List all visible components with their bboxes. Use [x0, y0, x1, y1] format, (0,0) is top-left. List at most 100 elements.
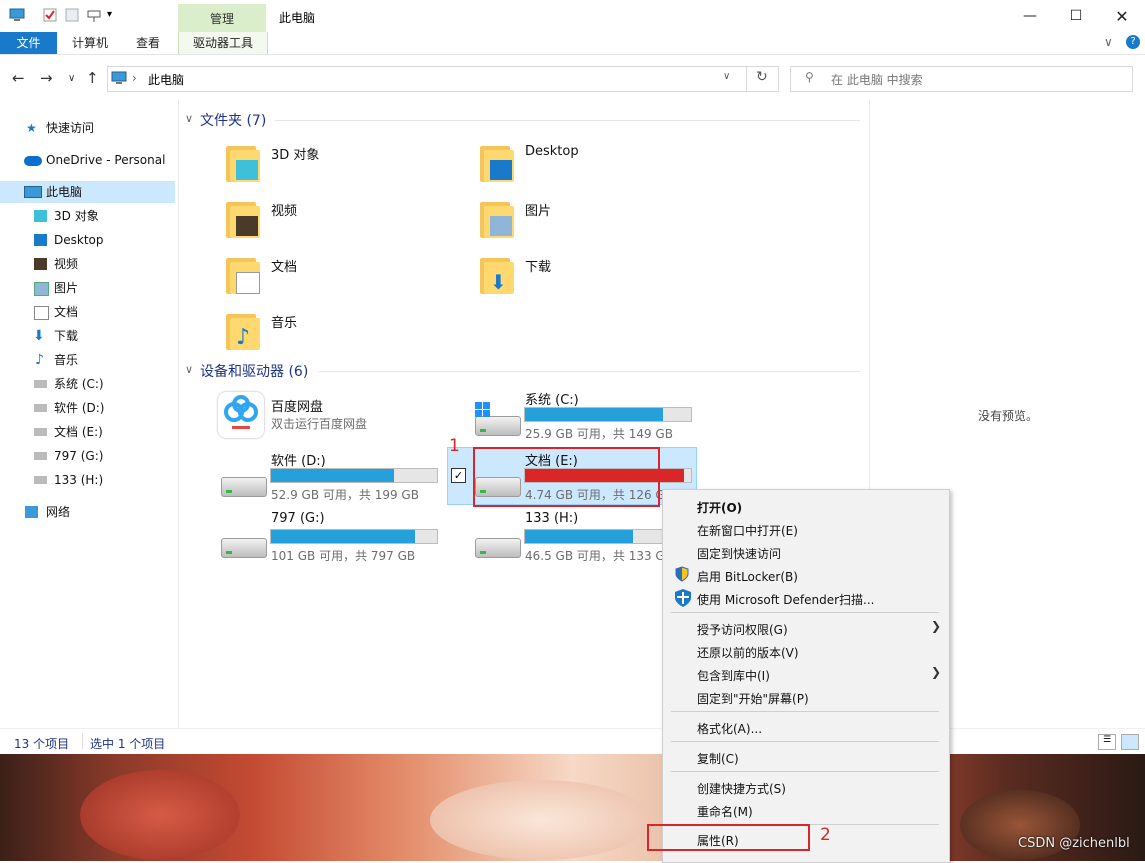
folder-label: Desktop — [525, 144, 579, 159]
sidebar-item-this-pc[interactable]: 此电脑 — [0, 181, 175, 203]
menu-item-open-new-window[interactable]: 在新窗口中打开(E) — [697, 522, 798, 539]
sidebar-item-3d-objects[interactable]: 3D 对象 — [0, 205, 175, 227]
drive-icon — [34, 428, 47, 436]
tab-computer[interactable]: 计算机 — [60, 32, 120, 54]
menu-item-rename[interactable]: 重命名(M) — [697, 803, 753, 820]
folder-desktop[interactable] — [480, 142, 520, 182]
large-icons-view-icon[interactable] — [1121, 734, 1139, 750]
picture-icon — [490, 216, 512, 236]
recent-locations-icon[interactable]: ∨ — [68, 73, 75, 84]
sidebar-item-onedrive[interactable]: OneDrive - Personal — [0, 149, 175, 171]
drive-d-icon[interactable] — [221, 477, 267, 497]
drive-g-icon[interactable] — [221, 538, 267, 558]
search-placeholder: 在 此电脑 中搜索 — [831, 73, 923, 87]
picture-icon — [34, 282, 49, 296]
address-bar[interactable]: › 此电脑 ∨ ↻ — [107, 66, 779, 92]
details-view-icon[interactable]: ☰ — [1098, 734, 1116, 750]
menu-item-copy[interactable]: 复制(C) — [697, 750, 739, 767]
menu-item-defender-scan[interactable]: 使用 Microsoft Defender扫描... — [697, 591, 874, 608]
tab-view[interactable]: 查看 — [122, 32, 174, 54]
drive-icon — [34, 380, 47, 388]
close-button[interactable]: ✕ — [1099, 0, 1145, 32]
sidebar-item-drive-e[interactable]: 文档 (E:) — [0, 421, 175, 443]
baidu-sub: 双击运行百度网盘 — [271, 417, 368, 431]
menu-item-bitlocker[interactable]: 启用 BitLocker(B) — [697, 568, 798, 585]
folder-documents[interactable] — [226, 254, 266, 294]
breadcrumb-this-pc[interactable]: 此电脑 — [148, 71, 184, 88]
tab-drive-tools[interactable]: 驱动器工具 — [178, 32, 268, 54]
back-arrow-icon[interactable]: ← — [12, 69, 25, 87]
sidebar-item-drive-d[interactable]: 软件 (D:) — [0, 397, 175, 419]
film-icon — [236, 216, 258, 236]
menu-item-include-library[interactable]: 包含到库中(I) — [697, 667, 770, 684]
item-count: 13 个项目 — [14, 737, 70, 751]
menu-item-restore-versions[interactable]: 还原以前的版本(V) — [697, 644, 799, 661]
menu-item-create-shortcut[interactable]: 创建快捷方式(S) — [697, 780, 786, 797]
sidebar-item-documents[interactable]: 文档 — [0, 301, 175, 323]
folder-3d-objects[interactable] — [226, 142, 266, 182]
baidu-netdisk-icon[interactable] — [218, 392, 264, 438]
map-drive-icon[interactable] — [86, 7, 102, 23]
sidebar-item-music[interactable]: ♪ 音乐 — [0, 349, 175, 371]
watermark: CSDN @zichenlbl — [1018, 836, 1130, 851]
up-arrow-icon[interactable]: ↑ — [86, 69, 99, 87]
selection-checkbox[interactable]: ✓ — [451, 468, 466, 483]
shield-icon — [675, 566, 689, 582]
manage-tab[interactable]: 管理 — [178, 4, 266, 32]
drive-icon — [34, 476, 47, 484]
folder-music[interactable]: ♪ — [226, 310, 266, 350]
sidebar-item-drive-h[interactable]: 133 (H:) — [0, 469, 175, 491]
sidebar-item-desktop[interactable]: Desktop — [0, 229, 175, 251]
sidebar-item-drive-c[interactable]: 系统 (C:) — [0, 373, 175, 395]
devices-heading[interactable]: 设备和驱动器 (6) — [200, 361, 308, 381]
address-dropdown-icon[interactable]: ∨ — [723, 71, 730, 82]
collapse-devices-icon[interactable]: ∨ — [185, 363, 193, 376]
sidebar-item-pictures[interactable]: 图片 — [0, 277, 175, 299]
menu-item-pin-quick-access[interactable]: 固定到快速访问 — [697, 545, 781, 562]
drive-c-icon[interactable] — [475, 416, 521, 436]
folder-videos[interactable] — [226, 198, 266, 238]
customize-toolbar-icon[interactable]: ▾ — [107, 9, 112, 20]
drive-h-sub: 46.5 GB 可用，共 133 GB — [525, 549, 673, 563]
tab-file[interactable]: 文件 — [0, 32, 57, 54]
menu-item-pin-start[interactable]: 固定到"开始"屏幕(P) — [697, 690, 809, 707]
sidebar-label: Desktop — [54, 233, 104, 247]
sidebar-item-drive-g[interactable]: 797 (G:) — [0, 445, 175, 467]
defender-shield-icon — [675, 589, 691, 607]
sidebar-label: 133 (H:) — [54, 473, 104, 487]
menu-item-grant-access[interactable]: 授予访问权限(G) — [697, 621, 788, 638]
help-icon[interactable]: ? — [1126, 35, 1140, 49]
sidebar-item-videos[interactable]: 视频 — [0, 253, 175, 275]
refresh-icon[interactable]: ↻ — [756, 69, 768, 85]
menu-item-format[interactable]: 格式化(A)... — [697, 720, 762, 737]
minimize-button[interactable]: — — [1007, 0, 1053, 32]
sidebar-item-network[interactable]: 网络 — [0, 501, 175, 523]
film-icon — [34, 258, 47, 270]
menu-separator — [671, 741, 939, 742]
desktop-icon — [490, 160, 512, 180]
sidebar-item-downloads[interactable]: ⬇ 下载 — [0, 325, 175, 347]
forward-arrow-icon[interactable]: → — [40, 69, 53, 87]
status-bar: 13 个项目 选中 1 个项目 ☰ — [0, 728, 1145, 755]
folder-downloads[interactable]: ⬇ — [480, 254, 520, 294]
sidebar-item-quick-access[interactable]: ★ 快速访问 — [0, 117, 175, 139]
new-folder-icon[interactable] — [64, 7, 80, 23]
drive-h-icon[interactable] — [475, 538, 521, 558]
sidebar-label: 797 (G:) — [54, 449, 104, 463]
search-input[interactable]: ⚲ 在 此电脑 中搜索 — [790, 66, 1133, 92]
folders-heading[interactable]: 文件夹 (7) — [200, 110, 266, 130]
properties-icon[interactable] — [42, 7, 58, 23]
ribbon-tabs: 文件 计算机 查看 驱动器工具 ∨ ? — [0, 32, 1145, 55]
folder-pictures[interactable] — [480, 198, 520, 238]
window-title: 此电脑 — [279, 11, 316, 25]
sidebar-label: 软件 (D:) — [54, 401, 105, 415]
collapse-folders-icon[interactable]: ∨ — [185, 112, 193, 125]
submenu-arrow-icon: ❯ — [930, 619, 941, 633]
wallpaper-decoration — [80, 770, 240, 860]
sidebar-label: 3D 对象 — [54, 209, 99, 223]
expand-ribbon-icon[interactable]: ∨ — [1104, 35, 1113, 49]
maximize-button[interactable]: ☐ — [1053, 0, 1099, 32]
menu-item-open[interactable]: 打开(O) — [697, 499, 742, 516]
sidebar-label: 视频 — [54, 257, 79, 271]
sidebar-label: 下载 — [54, 329, 79, 343]
